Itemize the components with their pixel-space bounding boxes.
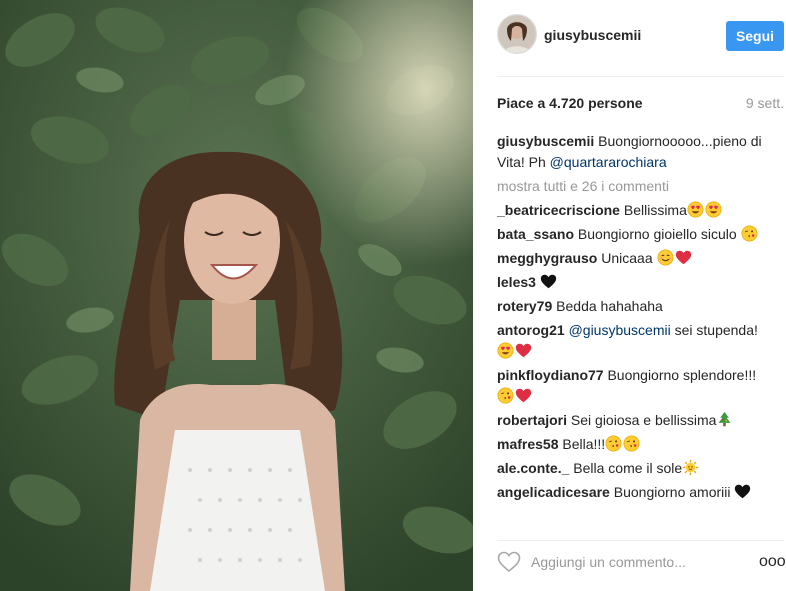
sun-emoji-icon <box>683 459 699 476</box>
comment-text: sei stupenda! <box>670 322 758 338</box>
instagram-post-modal: giusybuscemii Segui Piace a 4.720 person… <box>0 0 786 591</box>
comment-item: antorog21 @giusybuscemii sei stupenda! <box>497 320 775 362</box>
view-all-comments-link[interactable]: mostra tutti e 26 i commenti <box>497 176 775 197</box>
comment-item: _beatricecriscione Bellissima <box>497 200 775 221</box>
comment-user[interactable]: rotery79 <box>497 298 552 314</box>
comment-input[interactable] <box>531 551 731 573</box>
comment-text: Sei gioiosa e bellissima <box>567 412 717 428</box>
comment-user[interactable]: antorog21 <box>497 322 565 338</box>
comment-user[interactable]: ale.conte._ <box>497 460 569 476</box>
follow-button[interactable]: Segui <box>726 21 784 51</box>
avatar-image <box>498 15 536 53</box>
post-username[interactable]: giusybuscemii <box>544 27 641 43</box>
comment-rows: _beatricecriscione Bellissima bata_ssano … <box>497 200 775 503</box>
kiss-emoji-icon <box>497 387 514 404</box>
more-options-button[interactable]: ooo <box>759 553 786 570</box>
kiss-emoji-icon <box>741 225 758 242</box>
red-heart-emoji-icon <box>515 343 532 358</box>
comment-text: Unicaaa <box>597 250 657 266</box>
red-heart-emoji-icon <box>675 250 691 265</box>
comment-user[interactable]: leles3 <box>497 274 536 290</box>
likes-count[interactable]: Piace a 4.720 persone <box>497 95 643 111</box>
caption: giusybuscemii Buongiornooooo...pieno di … <box>497 131 775 173</box>
comment-text: Bellissima <box>619 202 687 218</box>
divider <box>497 76 784 77</box>
comment-text: Buongiorno splendore!!! <box>603 367 757 383</box>
likes-row: Piace a 4.720 persone 9 sett. <box>497 95 784 111</box>
post-header: giusybuscemii Segui <box>497 14 784 58</box>
comment-text: Buongiorno amoriii <box>609 484 735 500</box>
smile-emoji-icon <box>657 249 674 266</box>
tree-emoji-icon <box>718 411 731 427</box>
comment-user[interactable]: bata_ssano <box>497 226 574 242</box>
comment-item: bata_ssano Buongiorno gioiello siculo <box>497 224 775 245</box>
comment-text: Buongiorno gioiello siculo <box>574 226 741 242</box>
comment-item: pinkfloydiano77 Buongiorno splendore!!! <box>497 365 775 407</box>
post-sidebar: giusybuscemii Segui Piace a 4.720 person… <box>473 0 786 591</box>
comment-text: Bella!!! <box>558 436 606 452</box>
heart-eyes-emoji-icon <box>497 342 514 359</box>
black-heart-emoji-icon <box>540 274 556 289</box>
divider <box>497 540 784 541</box>
comment-item: mafres58 Bella!!! <box>497 434 775 455</box>
heart-eyes-emoji-icon <box>705 201 722 218</box>
comment-user[interactable]: angelicadicesare <box>497 484 610 500</box>
comment-item: angelicadicesare Buongiorno amoriii <box>497 482 775 503</box>
comment-user[interactable]: mafres58 <box>497 436 559 452</box>
comment-item: rotery79 Bedda hahahaha <box>497 296 775 317</box>
comment-user[interactable]: _beatricecriscione <box>497 202 620 218</box>
post-photo[interactable] <box>0 0 473 591</box>
post-date[interactable]: 9 sett. <box>746 95 784 111</box>
photo-illustration <box>0 0 473 591</box>
red-heart-emoji-icon <box>515 388 532 403</box>
heart-outline-icon[interactable] <box>497 551 521 573</box>
comment-text: Bedda hahahaha <box>552 298 663 314</box>
comment-text: Bella come il sole <box>569 460 683 476</box>
comments-list[interactable]: giusybuscemii Buongiornooooo...pieno di … <box>497 131 775 521</box>
caption-mention[interactable]: @quartararochiara <box>550 154 667 170</box>
comment-item: ale.conte._ Bella come il sole <box>497 458 775 479</box>
black-heart-emoji-icon <box>735 484 751 499</box>
comment-mention[interactable]: @giusybuscemii <box>569 322 671 338</box>
heart-eyes-emoji-icon <box>687 201 704 218</box>
comment-user[interactable]: robertajori <box>497 412 567 428</box>
comment-item: megghygrauso Unicaaa <box>497 248 775 269</box>
comment-user[interactable]: megghygrauso <box>497 250 597 266</box>
comment-item: leles3 <box>497 272 775 293</box>
avatar[interactable] <box>497 14 537 54</box>
kiss-emoji-icon <box>605 435 622 452</box>
comment-item: robertajori Sei gioiosa e bellissima <box>497 410 775 431</box>
caption-user[interactable]: giusybuscemii <box>497 133 594 149</box>
comment-user[interactable]: pinkfloydiano77 <box>497 367 604 383</box>
kiss-emoji-icon <box>623 435 640 452</box>
